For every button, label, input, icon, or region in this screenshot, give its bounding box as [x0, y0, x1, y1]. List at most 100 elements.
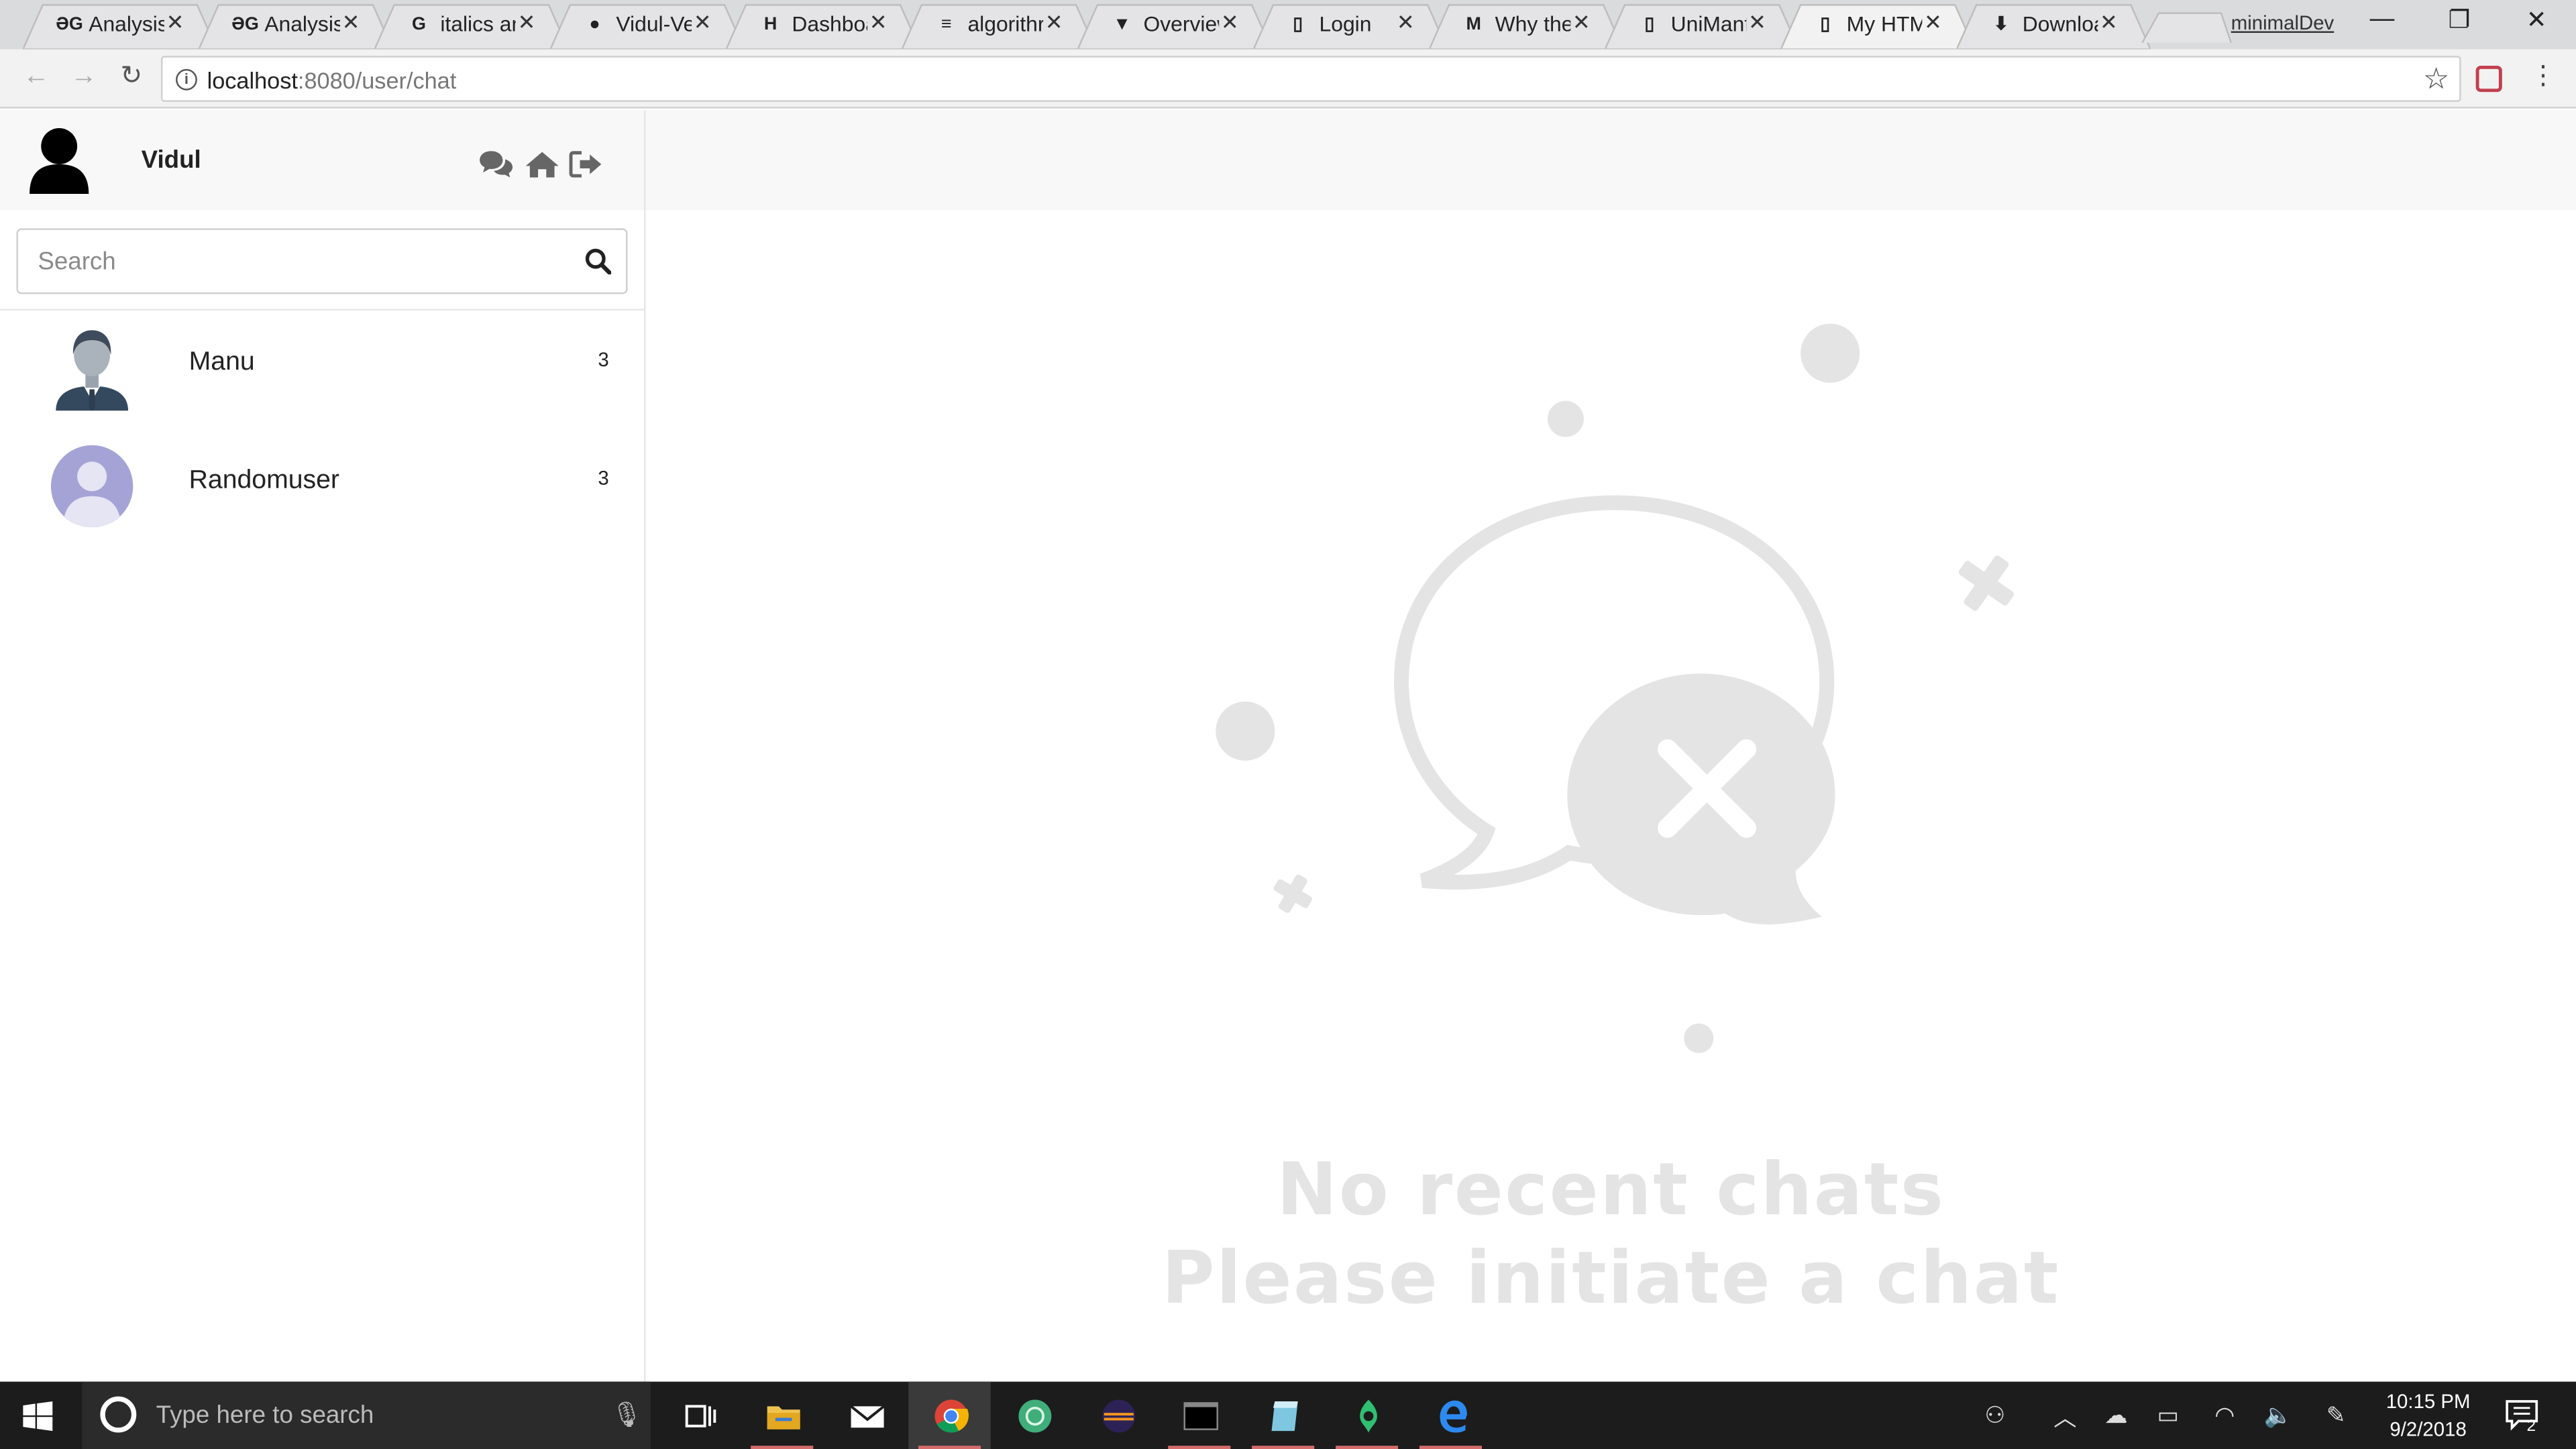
menu-kebab-icon[interactable]: ⋮	[2530, 61, 2556, 94]
browser-tab[interactable]: M Why the ✕	[1429, 0, 1623, 50]
unread-count: 3	[598, 348, 609, 372]
screen: ƏG Analysis ✕ ƏG Analysis ✕ Gitalics an ✕ ● Vidul…	[0, 0, 2576, 1449]
taskbar-eclipse[interactable]	[1076, 1382, 1158, 1449]
browser-tab[interactable]: ƏG Analysis ✕	[199, 0, 393, 50]
contact-item-randomuser[interactable]: Randomuser 3	[0, 443, 644, 555]
hackerrank-icon: H	[763, 15, 777, 35]
contact-name: Manu	[189, 348, 255, 376]
sidebar-divider	[0, 309, 645, 311]
page-icon: ▯	[1293, 15, 1303, 35]
restore-button[interactable]: ❐	[2440, 5, 2479, 35]
page-icon: ▯	[1820, 15, 1831, 35]
forward-button[interactable]: →	[67, 62, 100, 92]
tab-close-icon[interactable]: ✕	[1572, 11, 1591, 34]
tab-title: Analysis	[89, 13, 164, 36]
taskbar-search-placeholder[interactable]: Type here to search	[156, 1401, 374, 1430]
tab-title: Vidul-Ve	[616, 13, 692, 36]
contact-item-manu[interactable]: Manu 3	[0, 325, 644, 437]
people-icon[interactable]: ⚇	[1984, 1401, 2005, 1430]
tab-close-icon[interactable]: ✕	[1221, 11, 1239, 34]
tab-title: Login	[1319, 13, 1372, 36]
tab-close-icon[interactable]: ✕	[1924, 11, 1942, 34]
user-avatar-icon[interactable]	[26, 127, 92, 194]
cortana-icon[interactable]	[100, 1396, 137, 1433]
taskbar-edge[interactable]	[1409, 1382, 1491, 1449]
folder-icon	[767, 1406, 800, 1430]
windows-start-icon[interactable]	[23, 1401, 53, 1432]
geeksforgeeks-icon: ƏG	[231, 15, 259, 35]
notification-count: 2	[2526, 1417, 2536, 1436]
microphone-icon[interactable]: 🎙	[611, 1400, 643, 1430]
minimize-button[interactable]: —	[2363, 5, 2402, 33]
download-icon: ⬇	[1993, 15, 2009, 35]
search-icon[interactable]	[585, 248, 612, 274]
tab-close-icon[interactable]: ✕	[1045, 11, 1063, 34]
tray-expand-icon[interactable]: ︿	[2053, 1401, 2076, 1434]
taskbar-app-green[interactable]	[992, 1382, 1074, 1449]
wifi-icon[interactable]: ◠	[2214, 1401, 2235, 1430]
taskbar-chrome[interactable]	[908, 1381, 991, 1449]
taskbar-search[interactable]: Type here to search 🎙	[82, 1381, 651, 1449]
browser-tab[interactable]: ▼ Overview✕	[1077, 0, 1272, 50]
taskbar-sourcetree[interactable]	[1326, 1382, 1407, 1449]
bookmark-star-icon[interactable]: ☆	[2423, 62, 2450, 97]
address-bar[interactable]: i localhost:8080/user/chat ☆	[161, 56, 2461, 102]
github-icon: ●	[589, 15, 600, 35]
tab-close-icon[interactable]: ✕	[869, 11, 888, 34]
page-icon: ▯	[1644, 15, 1655, 35]
browser-tab[interactable]: ƏG Analysis ✕	[23, 0, 217, 50]
browser-tab[interactable]: ▯ My HTM ✕	[1780, 0, 1975, 50]
back-button[interactable]: ←	[19, 62, 52, 92]
pen-ink-icon[interactable]: ✎	[2326, 1401, 2346, 1430]
tab-title: UniManf	[1670, 13, 1747, 36]
window-close-button[interactable]: ✕	[2517, 5, 2557, 35]
system-clock[interactable]: 10:15 PM 9/2/2018	[2375, 1388, 2481, 1444]
tab-close-icon[interactable]: ✕	[342, 11, 360, 34]
tab-close-icon[interactable]: ✕	[166, 11, 184, 34]
browser-tab[interactable]: ⬇ Downloa ✕	[1956, 0, 2151, 50]
taskbar-terminal[interactable]	[1159, 1382, 1240, 1449]
browser-tab[interactable]: ▯ UniManf ✕	[1605, 0, 1799, 50]
tab-close-icon[interactable]: ✕	[694, 11, 712, 34]
browser-tab[interactable]: H Dashboa✕	[726, 0, 920, 50]
eclipse-icon	[1102, 1399, 1136, 1433]
tab-title: Why the	[1495, 13, 1571, 36]
browser-tab[interactable]: ▯ Login ✕	[1253, 0, 1448, 50]
pocket-extension-icon[interactable]	[2475, 65, 2502, 93]
info-icon[interactable]: i	[176, 68, 197, 91]
battery-icon[interactable]: ▭	[2157, 1401, 2179, 1430]
tab-title: Dashboa	[792, 13, 867, 36]
taskbar-file-explorer[interactable]	[741, 1382, 822, 1449]
volume-icon[interactable]: 🔈	[2264, 1401, 2293, 1430]
tab-title: Downloa	[2022, 13, 2098, 36]
onedrive-icon[interactable]: ☁	[2104, 1401, 2127, 1430]
current-user-name: Vidul	[141, 146, 201, 174]
tab-close-icon[interactable]: ✕	[1748, 11, 1766, 34]
browser-tab[interactable]: Gitalics an ✕	[374, 0, 569, 50]
chats-icon[interactable]	[478, 150, 515, 179]
reload-button[interactable]: ↻	[115, 62, 148, 92]
logout-icon[interactable]	[568, 150, 604, 179]
search-input[interactable]	[38, 244, 564, 278]
taskbar-mail[interactable]	[824, 1382, 906, 1449]
home-icon[interactable]	[524, 150, 560, 179]
new-tab-button[interactable]	[2136, 7, 2235, 50]
profile-name[interactable]: minimalDev	[2231, 11, 2334, 34]
browser-tab[interactable]: ● Vidul-Ve ✕	[550, 0, 745, 50]
empty-state-title: No recent chats	[1277, 1148, 1945, 1232]
url-text[interactable]: localhost:8080/user/chat	[207, 67, 457, 93]
browser-tab[interactable]: ≡ algorithr ✕	[902, 0, 1096, 50]
tab-close-icon[interactable]: ✕	[2100, 11, 2118, 34]
browser-toolbar: ← → ↻ i localhost:8080/user/chat ☆	[0, 49, 2576, 109]
contact-search	[16, 228, 628, 294]
taskbar-notepad[interactable]	[1242, 1382, 1324, 1449]
tab-close-icon[interactable]: ✕	[1397, 11, 1415, 34]
empty-state-subtitle: Please initiate a chat	[1161, 1237, 2060, 1321]
tab-title: Overview	[1143, 13, 1220, 36]
tab-close-icon[interactable]: ✕	[518, 11, 536, 34]
mail-icon	[850, 1405, 885, 1428]
task-view-button[interactable]	[657, 1382, 739, 1449]
sourcetree-icon	[1360, 1399, 1377, 1433]
tab-title: Analysis	[264, 13, 340, 36]
geeksforgeeks-icon: ƏG	[56, 15, 83, 35]
